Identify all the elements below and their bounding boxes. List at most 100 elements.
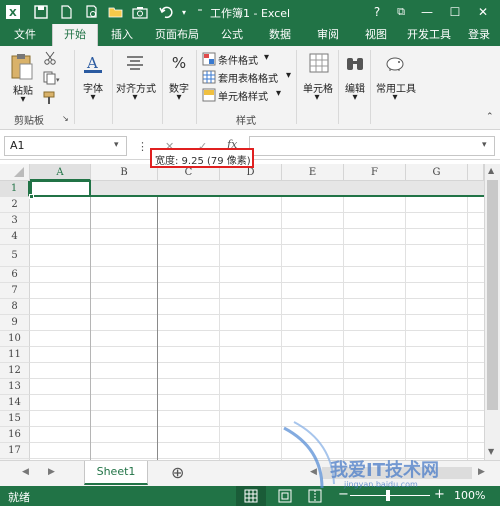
row-header-3[interactable]: 3 [0,213,30,229]
zoom-slider-track[interactable] [350,495,430,496]
zoom-out-button[interactable]: − [338,487,349,502]
row-header-17[interactable]: 17 [0,443,30,459]
column-header-g[interactable]: G [406,164,468,181]
font-dropdown-icon[interactable]: ▾ [88,92,98,103]
save-icon[interactable] [33,4,49,20]
row-header-6[interactable]: 6 [0,267,30,283]
close-button[interactable]: ✕ [474,3,492,21]
tab-formulas[interactable]: 公式 [210,24,254,46]
sheet-next-icon[interactable]: ▶ [48,467,55,477]
zoom-in-button[interactable]: + [434,487,445,502]
new-file-icon[interactable] [58,4,74,20]
cells-dropdown-icon[interactable]: ▾ [312,92,322,103]
camera-icon[interactable] [132,4,148,20]
cell-style-button[interactable]: 单元格样式 [218,88,268,103]
font-icon[interactable]: A [82,52,104,74]
formula-input[interactable] [249,136,495,156]
format-as-table-icon[interactable] [202,70,216,84]
scroll-up-icon[interactable]: ▲ [488,166,494,175]
format-painter-icon[interactable] [42,90,58,106]
hscroll-left-icon[interactable]: ◀ [310,467,317,477]
normal-view-button[interactable] [236,486,266,506]
row-header-9[interactable]: 9 [0,315,30,331]
undo-icon[interactable] [158,4,174,20]
column-header-partial[interactable] [468,164,484,181]
row-header-4[interactable]: 4 [0,229,30,245]
column-header-b[interactable]: B [91,164,158,181]
undo-dropdown-icon[interactable]: ▾ [176,4,192,20]
row-header-8[interactable]: 8 [0,299,30,315]
row-header-1[interactable]: 1 [0,181,30,197]
column-header-f[interactable]: F [344,164,406,181]
paste-icon[interactable] [8,52,36,82]
horizontal-scrollbar[interactable] [322,467,472,479]
select-all-corner[interactable] [0,164,30,181]
hscroll-right-icon[interactable]: ▶ [478,467,485,477]
common-tools-dropdown-icon[interactable]: ▾ [390,92,400,103]
clipboard-launcher-icon[interactable]: ↘ [62,114,69,123]
conditional-format-icon[interactable] [202,52,216,66]
vertical-scrollbar[interactable]: ▲ ▼ [484,164,500,460]
formula-bar-more-icon[interactable]: ⋮ [137,140,148,153]
expand-formula-bar-icon[interactable]: ▾ [482,140,487,150]
number-dropdown-icon[interactable]: ▾ [174,92,184,103]
tab-home[interactable]: 开始 [52,24,98,46]
worksheet-grid[interactable]: A B C D E F G 1 2 3 4 5 6 7 8 9 10 11 12… [0,164,484,460]
sheet-tab-sheet1[interactable]: Sheet1 [84,461,148,485]
tab-view[interactable]: 视图 [354,24,398,46]
tab-page-layout[interactable]: 页面布局 [148,24,206,46]
print-preview-icon[interactable] [84,4,100,20]
scroll-thumb[interactable] [487,180,498,410]
alignment-dropdown-icon[interactable]: ▾ [130,92,140,103]
format-as-table-dropdown-icon[interactable]: ▾ [286,70,291,81]
page-layout-view-button[interactable] [272,486,298,506]
name-box-dropdown-icon[interactable]: ▾ [114,140,119,150]
editing-dropdown-icon[interactable]: ▾ [350,92,360,103]
cell-style-dropdown-icon[interactable]: ▾ [276,88,281,99]
zoom-level[interactable]: 100% [454,489,485,502]
paste-dropdown-icon[interactable]: ▾ [18,94,28,105]
conditional-format-dropdown-icon[interactable]: ▾ [264,52,269,63]
number-format-icon[interactable]: % [168,52,190,74]
row-header-14[interactable]: 14 [0,395,30,411]
row-header-15[interactable]: 15 [0,411,30,427]
customize-qat-icon[interactable]: ⁼ [192,4,208,20]
row-header-11[interactable]: 11 [0,347,30,363]
scroll-down-icon[interactable]: ▼ [488,447,494,456]
conditional-format-button[interactable]: 条件格式 [218,52,258,67]
align-icon[interactable] [124,52,146,74]
tab-file[interactable]: 文件 [0,24,50,46]
tab-review[interactable]: 审阅 [306,24,350,46]
maximize-button[interactable]: ☐ [446,3,464,21]
row-header-16[interactable]: 16 [0,427,30,443]
help-button[interactable]: ? [368,3,386,21]
name-box[interactable]: A1 [4,136,127,156]
collapse-ribbon-icon[interactable]: ⌃ [486,112,494,122]
open-folder-icon[interactable] [108,4,124,20]
zoom-slider-thumb[interactable] [386,490,390,501]
tab-insert[interactable]: 插入 [100,24,144,46]
sign-in-link[interactable]: 登录 [462,24,496,46]
row-header-12[interactable]: 12 [0,363,30,379]
cut-icon[interactable] [42,50,58,66]
fill-handle[interactable] [29,194,34,199]
row-header-13[interactable]: 13 [0,379,30,395]
format-as-table-button[interactable]: 套用表格格式 [218,70,278,85]
add-sheet-button[interactable]: ⊕ [171,463,184,482]
piggy-bank-icon[interactable] [384,52,406,74]
ribbon-display-button[interactable]: ⧉ [392,3,410,21]
sheet-prev-icon[interactable]: ◀ [22,467,29,477]
tab-developer[interactable]: 开发工具 [400,24,458,46]
binoculars-icon[interactable] [344,52,366,74]
tab-data[interactable]: 数据 [258,24,302,46]
copy-icon[interactable]: ▾ [42,70,62,86]
row-header-5[interactable]: 5 [0,245,30,267]
minimize-button[interactable]: — [418,3,436,21]
row-header-10[interactable]: 10 [0,331,30,347]
column-header-a[interactable]: A [30,164,91,181]
cells-icon[interactable] [308,52,330,74]
cell-style-icon[interactable] [202,88,216,102]
page-break-view-button[interactable] [302,486,328,506]
column-header-e[interactable]: E [282,164,344,181]
row-header-7[interactable]: 7 [0,283,30,299]
